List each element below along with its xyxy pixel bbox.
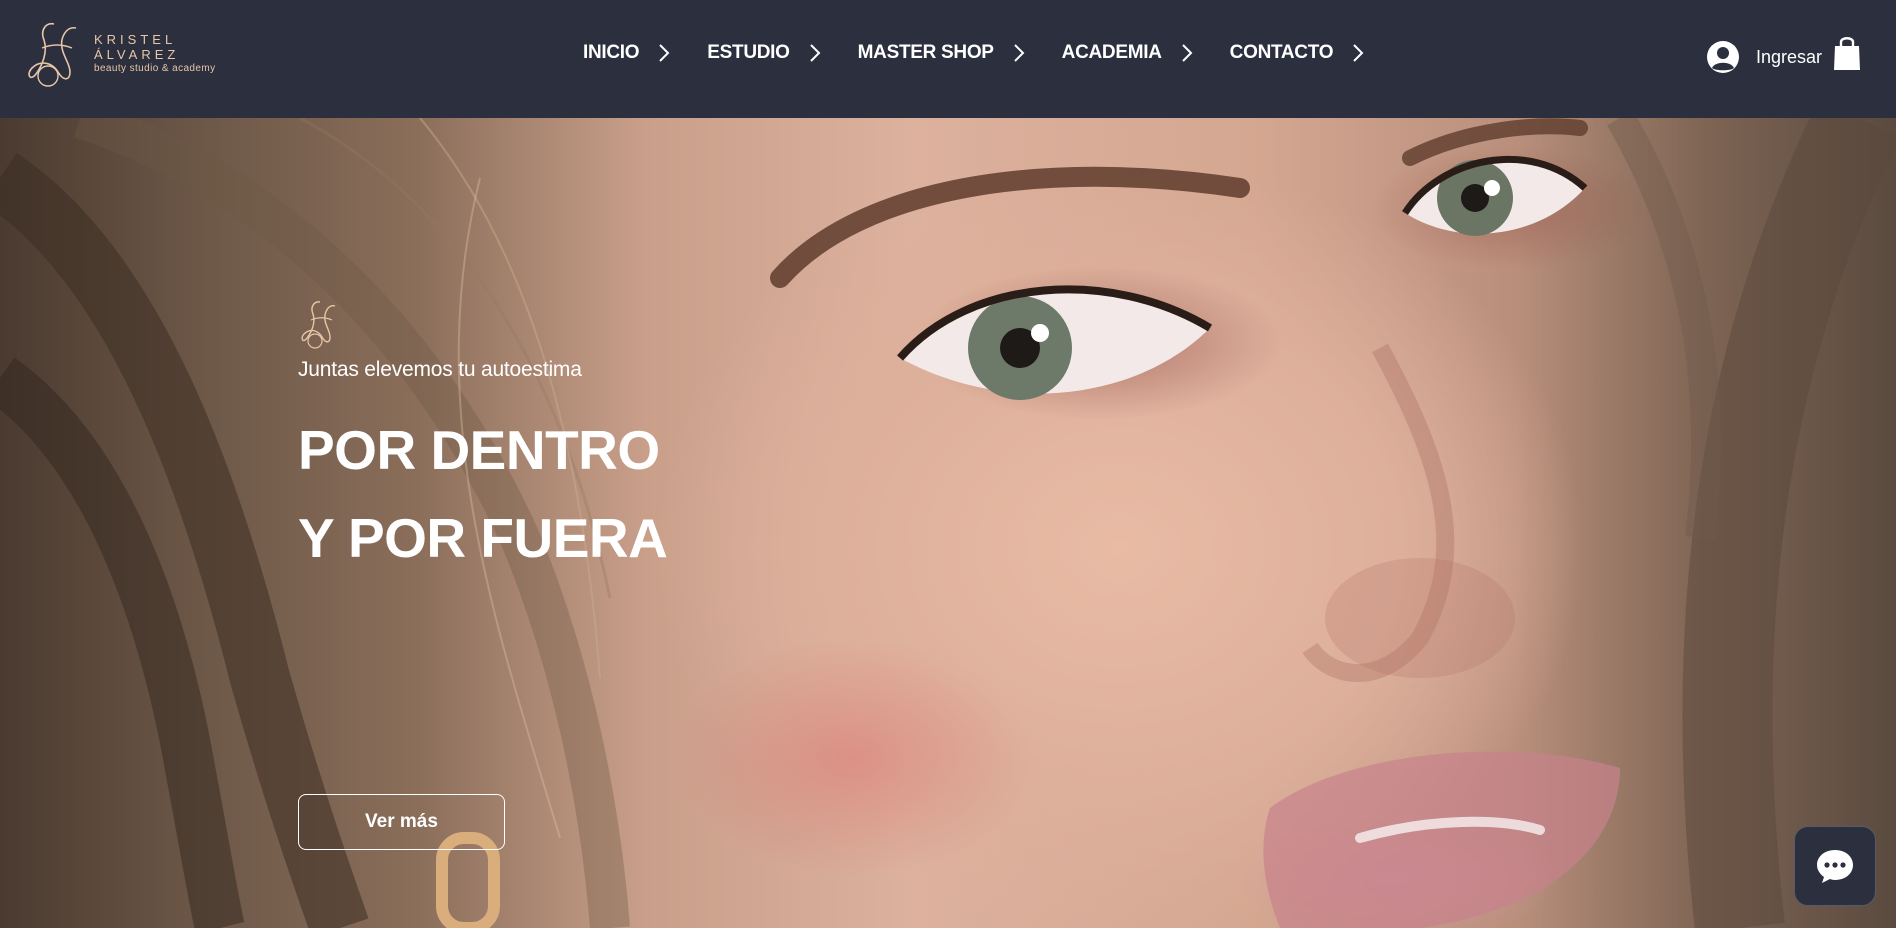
nav-item-label: ACADEMIA — [1061, 42, 1162, 63]
chevron-right-icon — [1013, 44, 1025, 62]
nav-item-contacto[interactable]: CONTACTO — [1230, 42, 1366, 64]
brand-subtitle: beauty studio & academy — [94, 62, 216, 74]
nav-item-inicio[interactable]: INICIO — [583, 42, 671, 64]
chevron-right-icon — [809, 44, 821, 62]
brand-emblem-icon — [301, 301, 336, 349]
hero-title: POR DENTRO Y POR FUERA — [298, 406, 758, 582]
hero-title-line-1: POR DENTRO — [298, 419, 660, 481]
shopping-bag-icon — [1834, 37, 1860, 70]
eye-left-graphic — [896, 285, 1213, 400]
site-header: KRISTEL ÁLVAREZ beauty studio & academy … — [0, 0, 1896, 118]
login-label: Ingresar — [1756, 46, 1823, 67]
user-circle-icon — [1707, 41, 1739, 73]
brand-name-last: ÁLVAREZ — [94, 46, 180, 62]
ver-mas-button[interactable]: Ver más — [298, 794, 505, 850]
brand-name-first: KRISTEL — [94, 31, 177, 47]
login-button[interactable]: Ingresar — [1706, 40, 1822, 74]
hero-tagline: Juntas elevemos tu autoestima — [298, 358, 582, 381]
nav-item-master-shop[interactable]: MASTER SHOP — [858, 42, 1026, 64]
hero-background-image — [0, 118, 1896, 928]
brand-logo[interactable]: KRISTEL ÁLVAREZ beauty studio & academy — [24, 18, 216, 88]
nav-item-estudio[interactable]: ESTUDIO — [707, 42, 821, 64]
brand-wordmark: KRISTEL ÁLVAREZ beauty studio & academy — [94, 32, 216, 75]
hero-title-line-2: Y POR FUERA — [298, 507, 668, 569]
nav-item-label: INICIO — [583, 42, 640, 63]
main-nav: INICIO ESTUDIO MASTER SHOP ACADEMIA CONT… — [583, 36, 1365, 70]
hero-section: Juntas elevemos tu autoestima POR DENTRO… — [0, 118, 1896, 928]
hero-content: Juntas elevemos tu autoestima POR DENTRO… — [298, 298, 758, 850]
chevron-right-icon — [1181, 44, 1193, 62]
chevron-right-icon — [1353, 44, 1364, 62]
nav-item-academia[interactable]: ACADEMIA — [1062, 42, 1194, 64]
chevron-right-icon — [659, 44, 670, 62]
brand-monogram-icon — [28, 22, 77, 87]
nav-item-label: CONTACTO — [1229, 42, 1334, 63]
eye-right-graphic — [1402, 155, 1588, 236]
nav-item-label: MASTER SHOP — [857, 42, 994, 63]
chat-button[interactable] — [1794, 826, 1876, 906]
nav-item-label: ESTUDIO — [707, 42, 790, 63]
chat-bubble-icon — [1817, 850, 1853, 883]
